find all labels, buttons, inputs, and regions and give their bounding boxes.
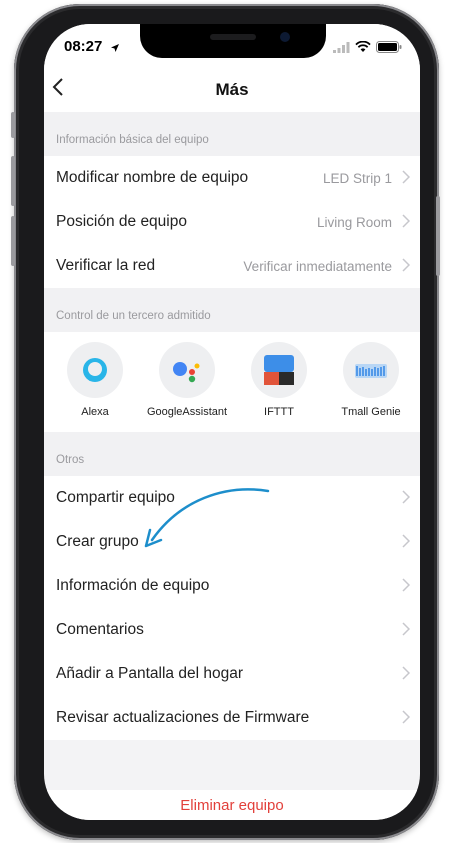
status-time: 08:27 — [64, 38, 103, 55]
page-title: Más — [215, 80, 249, 99]
third-party-group: Alexa GoogleAssistant IFTTT Tmall Genie — [44, 332, 420, 432]
delete-device-button[interactable]: Eliminar equipo — [44, 790, 420, 820]
tmall-genie-icon — [343, 342, 399, 398]
phone-screen: 08:27 Más Información básica del equipo — [44, 24, 420, 820]
third-party-alexa[interactable]: Alexa — [50, 332, 140, 432]
chevron-right-icon — [402, 666, 411, 685]
chevron-right-icon — [402, 490, 411, 509]
basic-info-group: Modificar nombre de equipo LED Strip 1 P… — [44, 156, 420, 288]
row-label: Revisar actualizaciones de Firmware — [56, 709, 310, 726]
volume-down-button — [11, 216, 15, 266]
mute-switch — [11, 112, 15, 138]
notch — [140, 24, 326, 58]
google-assistant-icon — [159, 342, 215, 398]
chevron-right-icon — [402, 170, 411, 189]
chevron-right-icon — [402, 214, 411, 233]
firmware-update-row[interactable]: Revisar actualizaciones de Firmware — [44, 696, 420, 740]
row-label: Modificar nombre de equipo — [56, 169, 249, 186]
row-value: LED Strip 1 — [322, 170, 392, 186]
alexa-icon — [67, 342, 123, 398]
navigation-bar: Más — [44, 68, 420, 112]
third-party-ifttt[interactable]: IFTTT — [234, 332, 324, 432]
device-info-row[interactable]: Información de equipo — [44, 564, 420, 608]
power-button — [436, 196, 440, 276]
share-device-row[interactable]: Compartir equipo — [44, 476, 420, 520]
volume-up-button — [11, 156, 15, 206]
row-label: Añadir a Pantalla del hogar — [56, 665, 243, 682]
third-party-name: GoogleAssistant — [146, 406, 228, 418]
others-group: Compartir equipo Crear grupo Información… — [44, 476, 420, 740]
device-location-row[interactable]: Posición de equipo Living Room — [44, 200, 420, 244]
third-party-name: IFTTT — [264, 406, 294, 418]
row-label: Comentarios — [56, 621, 144, 638]
row-label: Crear grupo — [56, 533, 139, 550]
feedback-row[interactable]: Comentarios — [44, 608, 420, 652]
add-to-home-screen-row[interactable]: Añadir a Pantalla del hogar — [44, 652, 420, 696]
wifi-icon — [355, 40, 371, 58]
row-label: Verificar la red — [56, 257, 156, 274]
ifttt-icon — [251, 342, 307, 398]
row-value: Verificar inmediatamente — [243, 258, 392, 274]
row-value: Living Room — [316, 214, 392, 230]
row-label: Información de equipo — [56, 577, 210, 594]
location-arrow-icon — [110, 40, 120, 58]
rename-device-row[interactable]: Modificar nombre de equipo LED Strip 1 — [44, 156, 420, 200]
speaker-grille — [210, 34, 256, 40]
section-header-others: Otros — [44, 432, 420, 476]
create-group-row[interactable]: Crear grupo — [44, 520, 420, 564]
chevron-right-icon — [402, 622, 411, 641]
third-party-google-assistant[interactable]: GoogleAssistant — [142, 332, 232, 432]
chevron-right-icon — [402, 534, 411, 553]
row-label: Posición de equipo — [56, 213, 187, 230]
third-party-tmall-genie[interactable]: Tmall Genie — [326, 332, 416, 432]
signal-icon — [333, 40, 350, 58]
third-party-name: Alexa — [81, 406, 109, 418]
third-party-name: Tmall Genie — [341, 406, 401, 418]
battery-icon — [376, 40, 402, 58]
section-header-basic: Información básica del equipo — [44, 112, 420, 156]
chevron-right-icon — [402, 258, 411, 277]
row-label: Compartir equipo — [56, 489, 175, 506]
section-header-third-party: Control de un tercero admitido — [44, 288, 420, 332]
check-network-row[interactable]: Verificar la red Verificar inmediatament… — [44, 244, 420, 288]
chevron-right-icon — [402, 578, 411, 597]
front-camera — [280, 32, 290, 42]
chevron-right-icon — [402, 710, 411, 729]
